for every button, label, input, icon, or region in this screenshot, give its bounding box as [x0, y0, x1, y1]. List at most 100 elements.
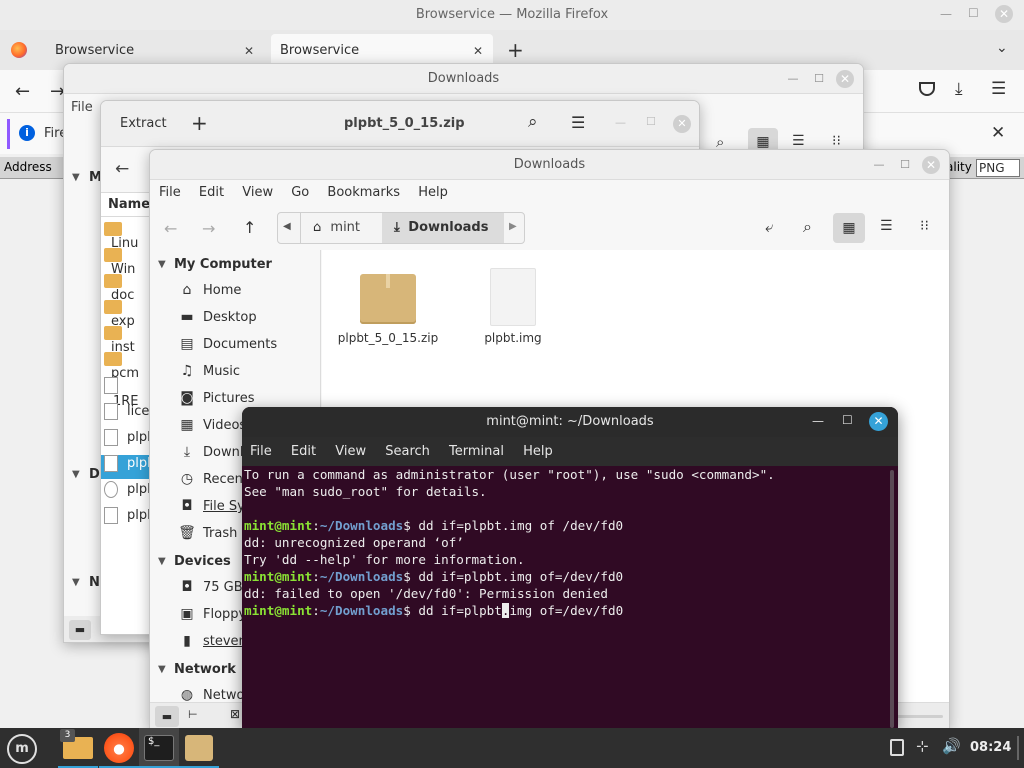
show-desktop-button[interactable]	[1017, 736, 1019, 760]
places-toggle-icon[interactable]: ▬	[155, 706, 179, 727]
close-icon[interactable]: ✕	[673, 115, 691, 133]
maximize-icon[interactable]: ☐	[968, 6, 979, 20]
chevron-down-icon[interactable]: ▼	[72, 577, 80, 588]
menu-terminal[interactable]: Terminal	[449, 444, 504, 459]
taskbar-firefox-app[interactable]	[99, 728, 139, 768]
minimize-icon[interactable]: —	[615, 116, 626, 129]
menu-view[interactable]: View	[242, 185, 273, 200]
clock[interactable]: 08:24	[970, 740, 1011, 755]
sidebar-item-home[interactable]: ⌂ Home	[177, 277, 242, 304]
menu-edit[interactable]: Edit	[199, 185, 224, 200]
search-icon[interactable]: ⌕	[803, 217, 812, 237]
list-item[interactable]: Linu	[104, 221, 151, 251]
sidebar-item-documents[interactable]: ▤ Documents	[177, 331, 277, 358]
menu-view[interactable]: View	[335, 444, 366, 459]
close-icon[interactable]: ✕	[836, 70, 854, 88]
minimize-icon[interactable]: —	[812, 414, 824, 428]
close-icon[interactable]: ✕	[922, 156, 940, 174]
close-icon[interactable]: ✕	[995, 5, 1013, 23]
list-item[interactable]: plpl	[104, 481, 151, 505]
up-arrow-icon[interactable]: ↑	[243, 218, 256, 237]
compact-view-icon[interactable]: ⁝⁝	[920, 218, 929, 234]
menu-help[interactable]: Help	[418, 185, 448, 200]
compact-view-icon[interactable]: ⁝⁝	[832, 133, 841, 149]
menu-go[interactable]: Go	[291, 185, 309, 200]
nemo-back-menu-file[interactable]: File	[71, 100, 93, 115]
list-view-icon[interactable]: ☰	[880, 218, 893, 234]
sidebar-item-desktop[interactable]: ▬ Desktop	[177, 304, 256, 331]
terminal-scrollbar[interactable]	[890, 470, 894, 728]
list-item[interactable]: doc	[104, 273, 151, 303]
menu-edit[interactable]: Edit	[291, 444, 316, 459]
menu-bookmarks[interactable]: Bookmarks	[327, 185, 400, 200]
chevron-down-icon[interactable]: ▼	[72, 172, 80, 183]
sidebar-heading-my-computer[interactable]: My Computer	[174, 257, 272, 272]
list-item[interactable]: pcm	[104, 351, 151, 381]
back-arrow-icon[interactable]: ←	[164, 219, 177, 238]
list-item[interactable]: plpl	[104, 507, 151, 531]
extract-button[interactable]: Extract	[120, 116, 167, 131]
sidebar-item-videos[interactable]: ▦ Videos	[177, 412, 246, 439]
taskbar-terminal-app[interactable]: $_	[139, 728, 179, 768]
menu-search[interactable]: Search	[385, 444, 430, 459]
chevron-down-icon[interactable]: ▼	[158, 259, 166, 270]
file-item-zip[interactable]: plpbt_5_0_15.zip	[332, 268, 444, 358]
maximize-icon[interactable]: ☐	[646, 115, 656, 128]
zoom-slider[interactable]	[895, 715, 943, 718]
sidebar-heading-network[interactable]: Network	[174, 662, 236, 677]
forward-arrow-icon[interactable]: →	[202, 219, 215, 238]
minimize-icon[interactable]: —	[940, 7, 952, 21]
mint-menu-icon[interactable]: m	[7, 734, 37, 764]
menu-file[interactable]: File	[159, 185, 181, 200]
sidebar-item-recent[interactable]: ◷ Recent	[177, 466, 248, 493]
hide-sidebar-icon[interactable]: ⊠	[230, 707, 240, 721]
chevron-down-icon[interactable]: ▼	[158, 556, 166, 567]
list-item[interactable]: plpl	[104, 429, 151, 453]
folder-toggle-icon[interactable]: ▬	[69, 620, 91, 640]
new-tab-icon[interactable]: +	[507, 38, 524, 62]
column-name[interactable]: Name	[108, 197, 150, 212]
list-item[interactable]: Win	[104, 247, 151, 277]
menu-icon[interactable]: ☰	[571, 113, 585, 132]
volume-icon[interactable]: 🔊	[942, 737, 961, 755]
notes-icon[interactable]	[890, 739, 904, 756]
sidebar-item-downloads[interactable]: ⤓ Downlo	[177, 439, 252, 466]
sidebar-item-file-system[interactable]: ◘ File Sys	[177, 493, 251, 520]
sidebar-item-music[interactable]: ♫ Music	[177, 358, 240, 385]
format-select[interactable]: PNG	[976, 159, 1020, 177]
sidebar-item-floppy[interactable]: ▣ Floppy	[177, 601, 246, 628]
sidebar-heading-devices[interactable]: Devices	[174, 554, 231, 569]
path-home-button[interactable]: ⌂ mint	[300, 213, 382, 243]
list-item[interactable]: lice	[104, 403, 151, 427]
taskbar-files-app[interactable]: 3	[58, 728, 98, 768]
list-view-icon[interactable]: ☰	[792, 133, 805, 149]
icon-view-icon[interactable]: ▦	[833, 213, 865, 243]
maximize-icon[interactable]: ☐	[842, 413, 853, 427]
chevron-down-icon[interactable]: ▼	[72, 469, 80, 480]
app-menu-icon[interactable]: ☰	[991, 79, 1006, 99]
list-item-selected[interactable]: plpl	[101, 455, 151, 479]
list-item[interactable]: exp	[104, 299, 151, 329]
list-item[interactable]: 1RE	[104, 377, 151, 409]
path-left-arrow-icon[interactable]: ◀	[283, 221, 291, 232]
close-icon[interactable]: ✕	[869, 412, 888, 431]
maximize-icon[interactable]: ☐	[896, 156, 914, 174]
file-item-img[interactable]: plpbt.img	[457, 268, 569, 358]
location-toggle-icon[interactable]: ⤶	[765, 218, 773, 236]
back-arrow-icon[interactable]: ←	[115, 159, 129, 179]
add-icon[interactable]: +	[191, 111, 208, 135]
notice-close-icon[interactable]: ✕	[991, 123, 1005, 143]
menu-file[interactable]: File	[250, 444, 272, 459]
pocket-icon[interactable]	[919, 82, 935, 96]
network-icon[interactable]: ⊹	[916, 737, 929, 755]
tab-list-chevron-icon[interactable]: ⌄	[996, 40, 1008, 56]
minimize-icon[interactable]: —	[870, 156, 888, 174]
sidebar-item-trash[interactable]: 🗑 Trash	[177, 520, 237, 547]
menu-help[interactable]: Help	[523, 444, 553, 459]
chevron-down-icon[interactable]: ▼	[158, 664, 166, 675]
path-right-arrow-icon[interactable]: ▶	[509, 221, 517, 232]
maximize-icon[interactable]: ☐	[810, 70, 828, 88]
minimize-icon[interactable]: —	[784, 70, 802, 88]
tree-toggle-icon[interactable]: ⊢	[188, 708, 198, 721]
list-item[interactable]: inst	[104, 325, 151, 355]
